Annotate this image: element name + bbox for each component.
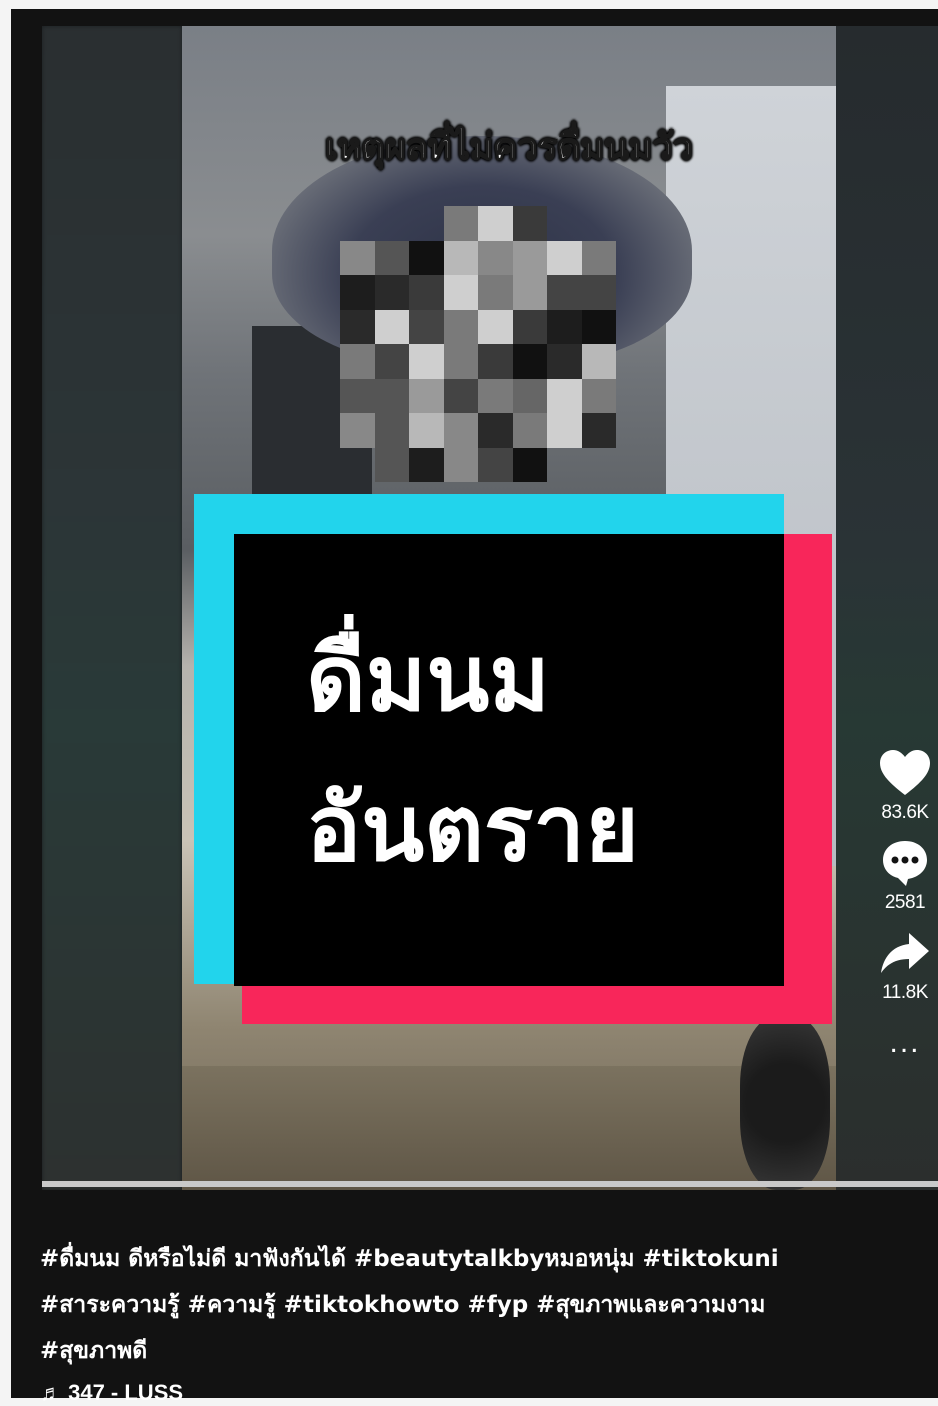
mosaic-tile	[409, 206, 444, 241]
share-count: 11.8K	[882, 982, 928, 1003]
mosaic-tile	[512, 309, 547, 344]
mosaic-tile	[340, 240, 375, 275]
mosaic-tile	[581, 378, 616, 413]
mosaic-tile	[340, 275, 375, 310]
mosaic-tile	[409, 240, 444, 275]
table-surface	[182, 1066, 836, 1190]
mosaic-tile	[581, 413, 616, 448]
description-line-3[interactable]: #สุขภาพดี	[40, 1328, 920, 1374]
action-rail: 83.6K 2581 11.8K ...	[866, 748, 938, 1058]
mosaic-tile	[409, 447, 444, 482]
mosaic-tile	[581, 344, 616, 379]
mosaic-tile	[547, 206, 582, 241]
comment-bubble-icon[interactable]	[877, 838, 933, 888]
mosaic-tile	[340, 206, 375, 241]
mosaic-tile	[409, 413, 444, 448]
mosaic-tile	[443, 413, 478, 448]
mosaic-tile	[512, 447, 547, 482]
mosaic-tile	[582, 448, 617, 483]
description-line-2[interactable]: #สาระความรู้ #ความรู้ #tiktokhowto #fyp …	[40, 1282, 920, 1328]
mosaic-tile	[340, 344, 375, 379]
mosaic-tile	[512, 275, 547, 310]
pixelated-face	[340, 206, 616, 482]
mosaic-tile	[409, 344, 444, 379]
mosaic-tile	[581, 309, 616, 344]
mosaic-tile	[374, 447, 409, 482]
blurred-backdrop-left	[42, 26, 182, 1190]
mosaic-tile	[443, 240, 478, 275]
mosaic-tile	[443, 378, 478, 413]
like-count: 83.6K	[881, 802, 929, 823]
mosaic-tile	[374, 413, 409, 448]
music-label[interactable]: ♬ 347 - LUSS	[40, 1380, 183, 1406]
mosaic-tile	[443, 309, 478, 344]
mosaic-tile	[581, 240, 616, 275]
mosaic-tile	[547, 378, 582, 413]
mosaic-tile	[478, 206, 513, 241]
mosaic-tile	[512, 344, 547, 379]
mosaic-tile	[582, 206, 617, 241]
video-frame[interactable]: เหตุผลที่ไม่ควรดื่มนมวัว ดื่มนม อันตราย	[182, 26, 836, 1190]
mosaic-tile	[374, 275, 409, 310]
mosaic-tile	[547, 275, 582, 310]
share-action[interactable]: 11.8K	[877, 928, 933, 1004]
mosaic-tile	[547, 240, 582, 275]
mosaic-tile	[478, 309, 513, 344]
mosaic-tile	[512, 378, 547, 413]
mosaic-tile	[409, 378, 444, 413]
mosaic-tile	[443, 206, 478, 241]
mosaic-tile	[478, 240, 513, 275]
mosaic-tile	[443, 344, 478, 379]
mosaic-tile	[512, 413, 547, 448]
more-options-icon[interactable]: ...	[889, 1028, 920, 1058]
video-progress-bar[interactable]	[42, 1181, 938, 1187]
mosaic-tile	[547, 413, 582, 448]
comment-action[interactable]: 2581	[877, 838, 933, 914]
mosaic-tile	[340, 378, 375, 413]
video-progress-fill	[42, 1181, 938, 1187]
mosaic-tile	[409, 275, 444, 310]
heart-icon[interactable]	[877, 748, 933, 798]
mosaic-tile	[443, 447, 478, 482]
title-card-line-1: ดื่มนม	[306, 625, 550, 732]
mosaic-tile	[443, 275, 478, 310]
description-line-1[interactable]: #ดื่มนม ดีหรือไม่ดี มาฟังกันได้ #beautyt…	[40, 1236, 920, 1282]
mosaic-tile	[478, 275, 513, 310]
mosaic-tile	[478, 344, 513, 379]
mosaic-tile	[340, 448, 375, 483]
mosaic-tile	[340, 309, 375, 344]
mosaic-tile	[478, 413, 513, 448]
mosaic-tile	[374, 344, 409, 379]
title-card-text: ดื่มนม อันตราย	[306, 604, 639, 904]
mosaic-tile	[340, 413, 375, 448]
mosaic-tile	[478, 447, 513, 482]
mosaic-tile	[512, 206, 547, 241]
video-description: #ดื่มนม ดีหรือไม่ดี มาฟังกันได้ #beautyt…	[40, 1236, 920, 1374]
mosaic-tile	[374, 378, 409, 413]
mosaic-tile	[547, 344, 582, 379]
mosaic-tile	[478, 378, 513, 413]
mosaic-tile	[409, 309, 444, 344]
title-card-line-2: อันตราย	[306, 775, 639, 882]
mosaic-tile	[547, 309, 582, 344]
video-player[interactable]: เหตุผลที่ไม่ควรดื่มนมวัว ดื่มนม อันตราย	[42, 26, 938, 1190]
share-arrow-icon[interactable]	[877, 928, 933, 978]
mosaic-tile	[375, 206, 410, 241]
bead-bracelet	[740, 1016, 830, 1190]
mosaic-tile	[374, 240, 409, 275]
mosaic-tile	[512, 240, 547, 275]
mosaic-tile	[581, 275, 616, 310]
mosaic-tile	[547, 448, 582, 483]
overlay-caption: เหตุผลที่ไม่ควรดื่มนมวัว	[324, 126, 693, 169]
title-card: ดื่มนม อันตราย	[194, 494, 832, 1024]
mosaic-tile	[374, 309, 409, 344]
comment-count: 2581	[884, 892, 926, 913]
like-action[interactable]: 83.6K	[877, 748, 933, 824]
